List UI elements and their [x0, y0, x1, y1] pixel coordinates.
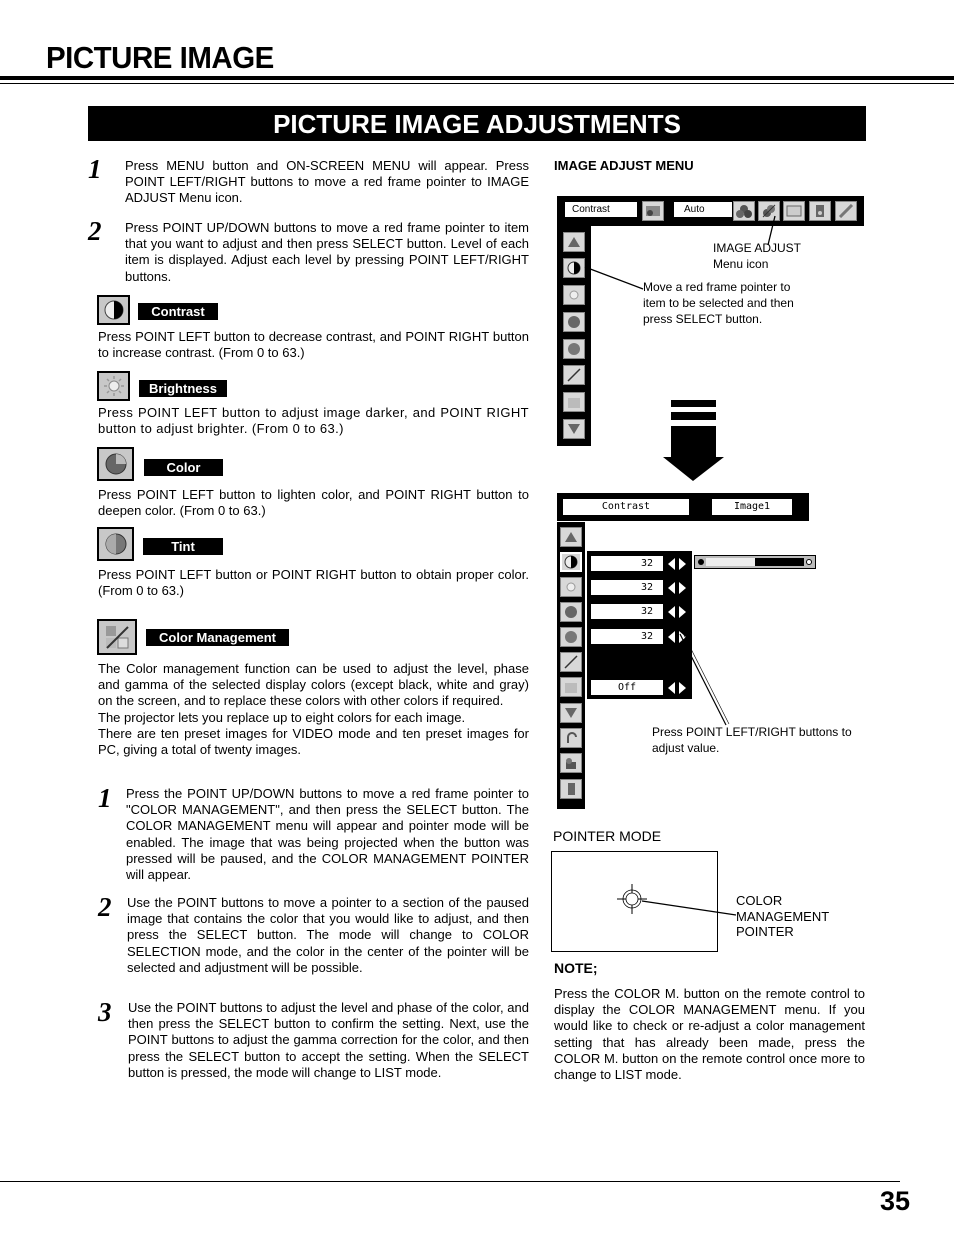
adjust-arrows-icon[interactable]: [667, 557, 689, 571]
slider-fill: [706, 558, 755, 566]
scroll-down-icon[interactable]: [560, 703, 582, 723]
step-text: Press the POINT UP/DOWN buttons to move …: [126, 786, 529, 883]
value-callout: Press POINT LEFT/RIGHT buttons to adjust…: [652, 725, 852, 755]
step-number: 1: [98, 783, 112, 813]
step-text: Press MENU button and ON-SCREEN MENU wil…: [125, 158, 529, 206]
down-arrow-icon: [663, 400, 724, 481]
step-text: Press POINT UP/DOWN buttons to move a re…: [125, 220, 529, 284]
osd-adjust-side-menu: [557, 522, 585, 809]
tint-icon: [97, 527, 134, 561]
contrast-description: Press POINT LEFT button to decrease cont…: [98, 329, 529, 361]
step-number: 2: [88, 216, 102, 246]
color-management-label: Color Management: [146, 629, 289, 646]
page-number: 35: [880, 1186, 911, 1216]
level-slider[interactable]: [694, 555, 816, 569]
slider-track: [706, 558, 804, 566]
brightness-description: Press POINT LEFT button to adjust image …: [98, 405, 529, 437]
brightness-icon[interactable]: [560, 577, 582, 597]
pointer-mode-title: POINTER MODE: [553, 828, 662, 844]
contrast-label: Contrast: [138, 303, 218, 320]
slider-max-icon: [806, 559, 812, 565]
color-description: Press POINT LEFT button to lighten color…: [98, 487, 529, 519]
value-callout-line: [679, 632, 730, 726]
color-icon: [97, 447, 134, 481]
brightness-icon: [97, 371, 130, 401]
tint-icon[interactable]: [560, 627, 582, 647]
header-image1: Image1: [712, 499, 792, 515]
pointer-callout: Move a red frame pointer to item to be s…: [643, 280, 794, 326]
tint-value: 32: [591, 629, 663, 644]
reset-icon[interactable]: [560, 728, 582, 748]
contrast-icon: [97, 295, 130, 325]
white-balance-value: Off: [591, 680, 663, 695]
page-title: PICTURE IMAGE: [46, 40, 274, 75]
contrast-icon[interactable]: [560, 552, 582, 572]
color-icon[interactable]: [560, 602, 582, 622]
color-management-icon[interactable]: [560, 652, 582, 672]
note-text: Press the COLOR M. button on the remote …: [554, 986, 865, 1083]
store-icon[interactable]: [560, 753, 582, 773]
step-number: 2: [98, 892, 112, 922]
brightness-value: 32: [591, 580, 663, 595]
contrast-value: 32: [591, 556, 663, 571]
slider-min-icon: [698, 559, 704, 565]
header-contrast: Contrast: [563, 499, 689, 515]
white-balance-icon[interactable]: [560, 677, 582, 697]
section-title: PICTURE IMAGE ADJUSTMENTS: [88, 106, 866, 141]
footer-rule: [0, 1181, 900, 1182]
header-rule: [0, 76, 954, 80]
color-management-icon: [97, 619, 137, 655]
brightness-label: Brightness: [139, 380, 227, 397]
image-adjust-menu-title: IMAGE ADJUST MENU: [554, 158, 694, 173]
exit-icon[interactable]: [560, 779, 582, 799]
osd-adjust-header: Contrast Image1: [557, 493, 809, 521]
color-label: Color: [144, 459, 223, 476]
step-text: Use the POINT buttons to move a pointer …: [127, 895, 529, 975]
step-text: Use the POINT buttons to adjust the leve…: [128, 1000, 529, 1080]
header-rule-thin: [0, 83, 954, 84]
scroll-up-icon[interactable]: [560, 527, 582, 547]
color-value: 32: [591, 604, 663, 619]
color-management-description: The Color management function can be use…: [98, 661, 529, 758]
tint-description: Press POINT LEFT button or POINT RIGHT b…: [98, 567, 529, 599]
color-management-pointer-icon: [617, 884, 737, 916]
adjust-arrows-icon[interactable]: [667, 581, 689, 595]
adjust-arrows-icon[interactable]: [667, 605, 689, 619]
pointer-callout: COLOR MANAGEMENT POINTER: [736, 893, 830, 939]
note-title: NOTE;: [554, 960, 598, 976]
tint-label: Tint: [143, 538, 223, 555]
step-number: 3: [98, 997, 112, 1027]
step-number: 1: [88, 154, 102, 184]
image-adjust-callout: IMAGE ADJUST Menu icon: [713, 241, 802, 271]
